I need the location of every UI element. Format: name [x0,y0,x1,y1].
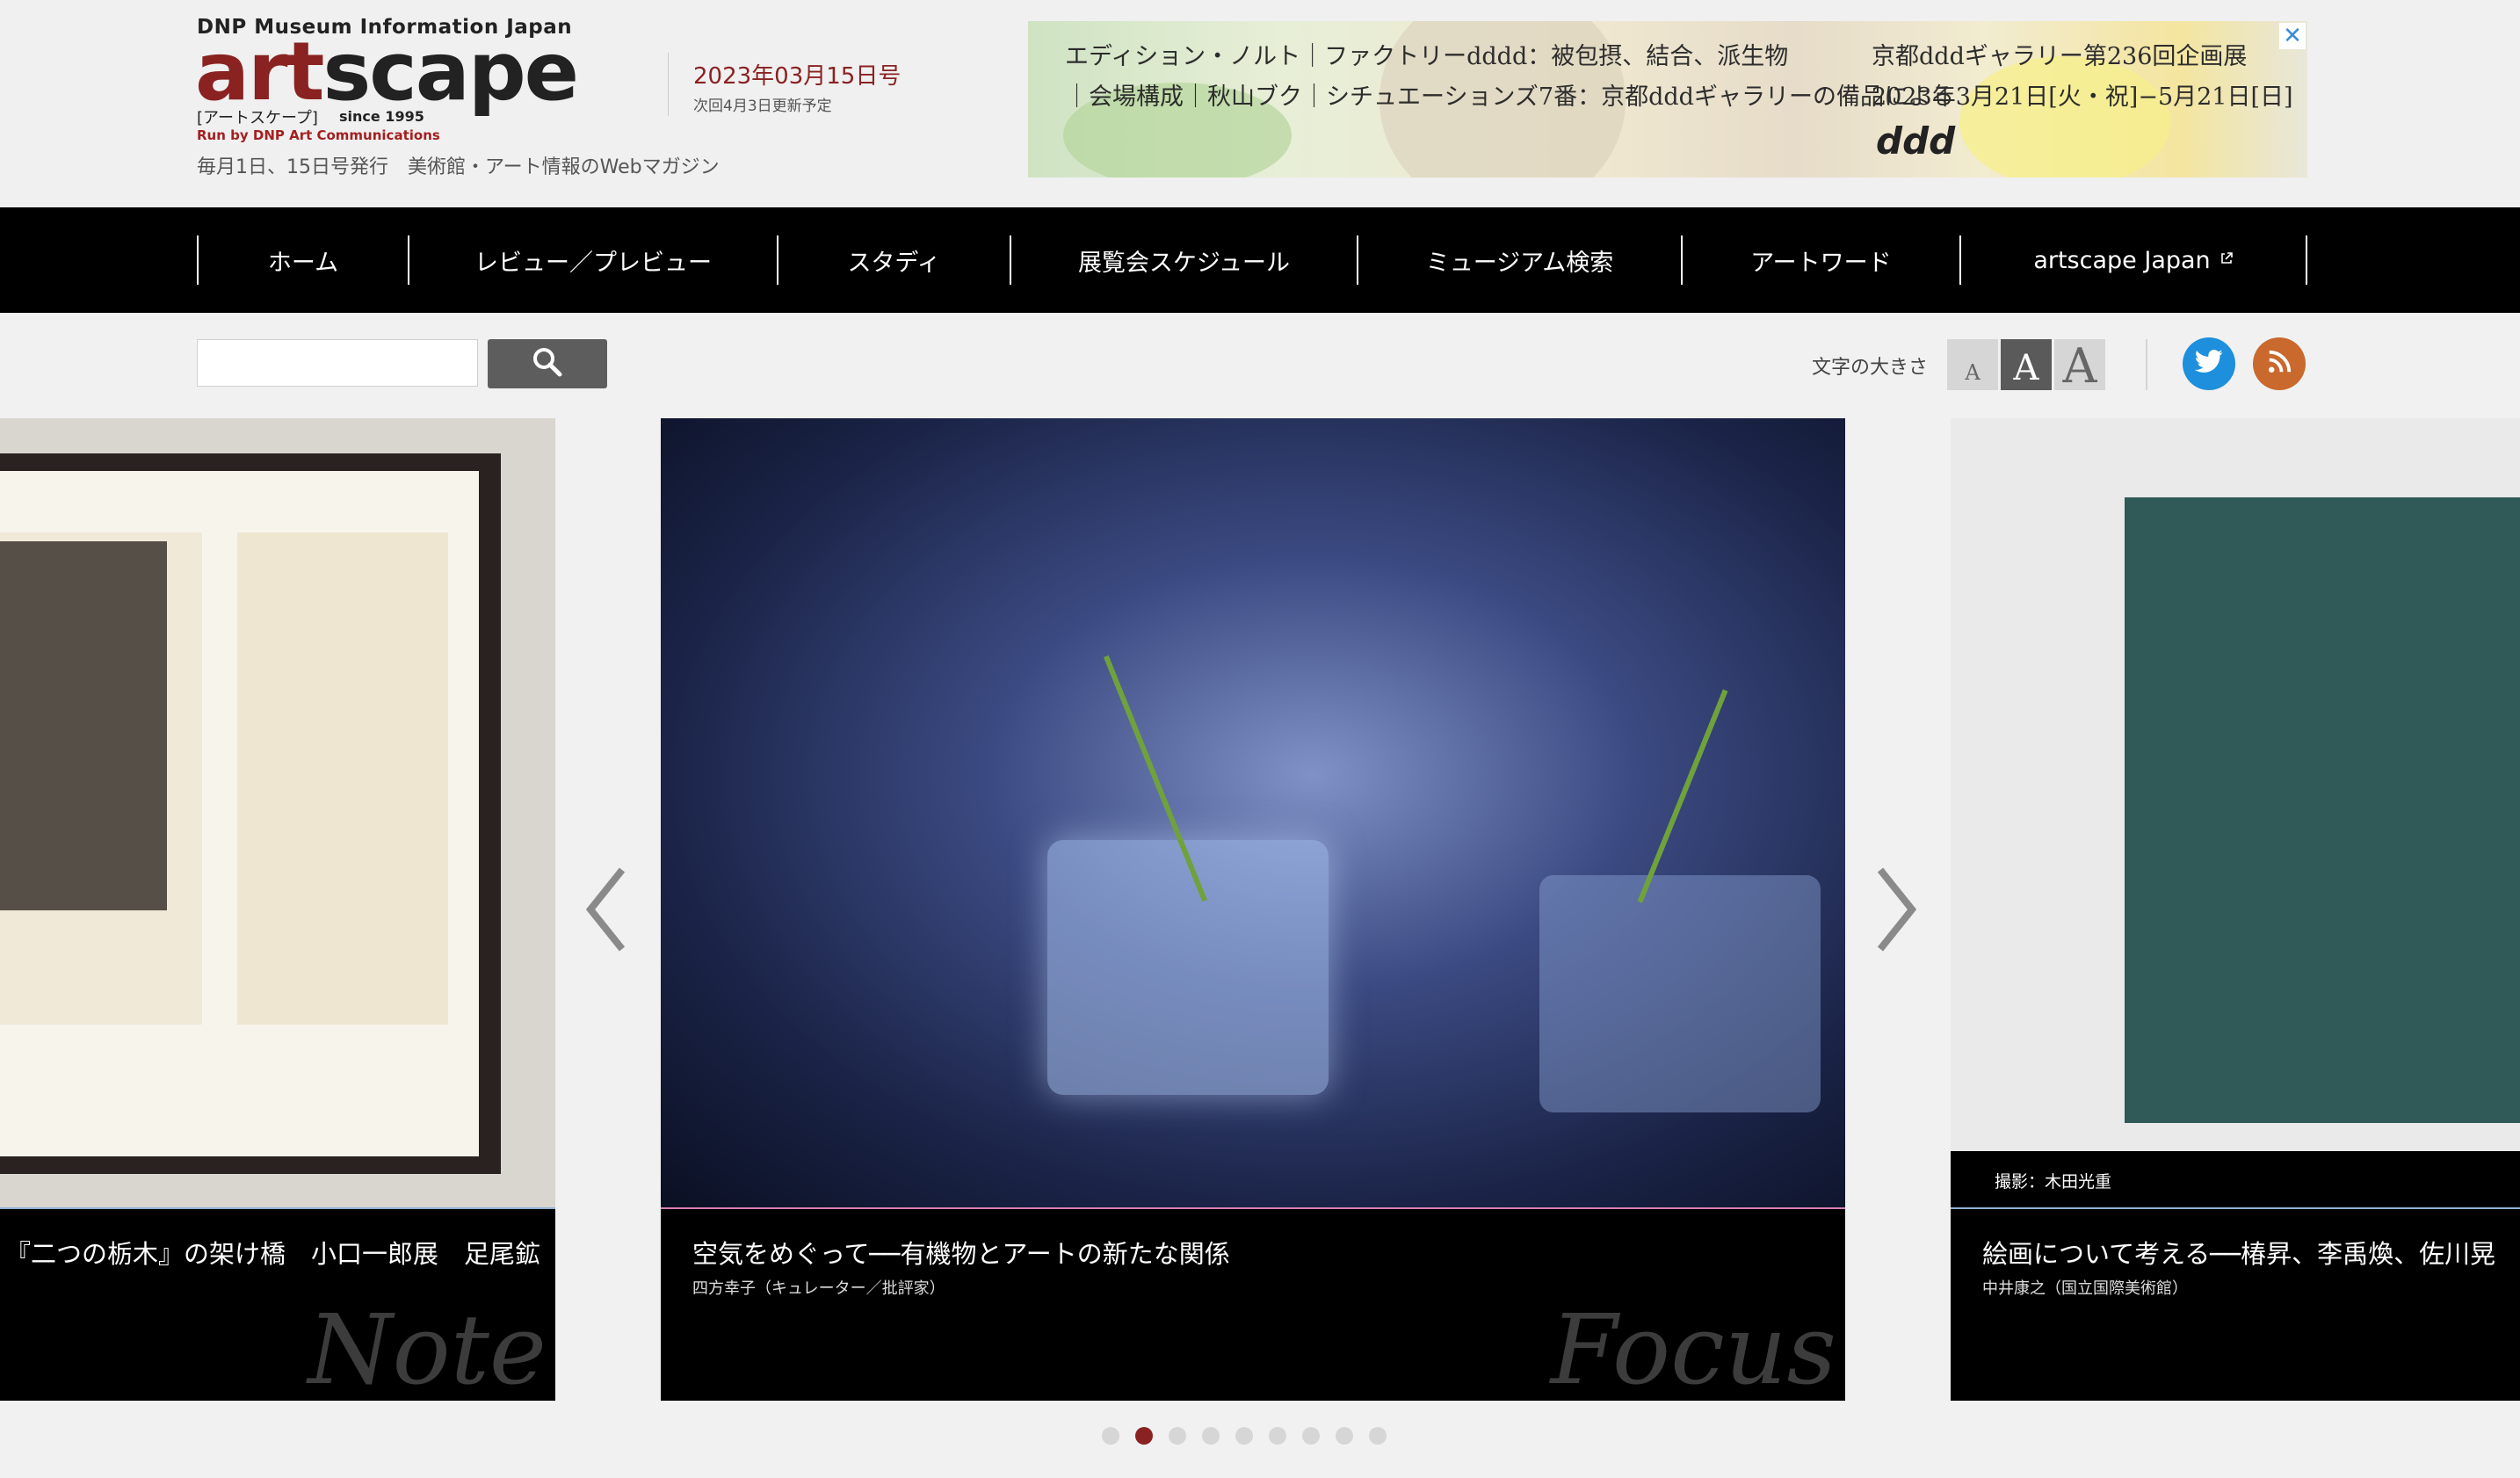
slide-category: Note [308,1293,547,1401]
logo-since: since 1995 [339,108,424,125]
nav-item-review-preview[interactable]: レビュー／プレビュー [408,235,777,285]
slide-image [661,418,1845,1209]
photo-credit: 撮影：木田光重 [1951,1151,2520,1209]
nav-item-museum-search[interactable]: ミュージアム検索 [1357,235,1681,285]
logo-scape-text: scape [322,25,579,119]
toolbar-divider [2146,339,2147,390]
close-icon[interactable]: ✕ [2279,23,2306,49]
ad-decoration [1959,56,2170,178]
carousel-dot[interactable] [1269,1427,1286,1445]
ad-event-dates: 2023年3月21日[火・祝]−5月21日[日] [1872,83,2293,111]
nav-item-artword[interactable]: アートワード [1681,235,1959,285]
next-update-note: 次回4月3日更新予定 [693,98,832,115]
photo-credit-text: 撮影：木田光重 [1995,1172,2112,1192]
carousel-slide-next[interactable]: 撮影：木田光重 絵画について考える──椿昇、李禹煥、佐川晃 中井康之（国立国際美… [1951,418,2520,1401]
ad-logo: ddd [1876,120,1956,163]
text-size-small-button[interactable]: A [1947,339,1998,390]
nav-item-label: artscape Japan [2033,246,2211,274]
nav-item-label: 展覧会スケジュール [1077,249,1291,277]
search-button[interactable] [488,339,607,388]
twitter-button[interactable] [2183,337,2235,390]
carousel-dot[interactable] [1336,1427,1353,1445]
carousel-dot[interactable] [1302,1427,1320,1445]
nav-item-home[interactable]: ホーム [197,235,408,285]
nav-item-label: ミュージアム検索 [1425,249,1614,277]
brand-run-by: Run by DNP Art Communications [197,127,440,143]
slide-title[interactable]: 『二つの栃木』の架け橋 小口一郎展 足尾鉱 [5,1234,540,1271]
rss-button[interactable] [2253,337,2306,390]
nav-item-label: ホーム [267,249,339,277]
slide-author: 四方幸子（キュレーター／批評家） [692,1279,945,1298]
carousel-dot[interactable] [1169,1427,1186,1445]
header-divider [668,53,669,116]
search-icon [531,345,564,382]
carousel-dot[interactable] [1369,1427,1387,1445]
slide-image [1951,418,2520,1209]
ad-banner[interactable]: エディション・ノルト｜ファクトリーdddd：被包摂、結合、派生物 ｜会場構成｜秋… [1028,21,2307,178]
carousel-dots [1102,1427,1387,1446]
text-size-label: 文字の大きさ [1812,357,1929,379]
slide-title[interactable]: 絵画について考える──椿昇、李禹煥、佐川晃 [1982,1234,2495,1271]
slide-title[interactable]: 空気をめぐって──有機物とアートの新たな関係 [692,1234,1230,1271]
slide-category: Focus [1550,1293,1836,1401]
external-link-icon [2219,251,2234,269]
twitter-icon [2194,349,2224,379]
carousel-dot[interactable] [1135,1427,1153,1445]
carousel-dot[interactable] [1102,1427,1119,1445]
nav-item-artscape-japan[interactable]: artscape Japan [1959,235,2307,285]
ad-text-line2: ｜会場構成｜秋山ブク｜シチュエーションズ7番：京都dddギャラリーの備品による [1065,83,1955,111]
issue-date: 2023年03月15日号 [693,63,902,90]
chevron-left-icon[interactable] [580,861,633,958]
site-tagline: 毎月1日、15日号発行 美術館・アート情報のWebマガジン [197,156,720,178]
nav-item-label: スタディ [847,249,941,277]
carousel-dot[interactable] [1235,1427,1253,1445]
site-logo[interactable]: artscape [195,32,579,112]
nav-item-study[interactable]: スタディ [777,235,1010,285]
ad-event-title: 京都dddギャラリー第236回企画展 [1872,43,2248,70]
nav-item-label: レビュー／プレビュー [474,249,712,277]
logo-reading: [アートスケープ] [197,109,318,127]
nav-item-exhibition-schedule[interactable]: 展覧会スケジュール [1010,235,1357,285]
rss-icon [2266,349,2292,379]
carousel-slide-prev[interactable]: 『二つの栃木』の架け橋 小口一郎展 足尾鉱 Note [0,418,555,1401]
ad-text-line1: エディション・ノルト｜ファクトリーdddd：被包摂、結合、派生物 [1065,43,1789,70]
logo-art-text: art [195,25,324,119]
search-input[interactable] [197,339,478,387]
carousel-dot[interactable] [1202,1427,1220,1445]
text-size-medium-button[interactable]: A [2001,339,2052,390]
slide-author: 中井康之（国立国際美術館） [1982,1279,2188,1298]
slide-image [0,418,555,1209]
global-nav: ホーム レビュー／プレビュー スタディ 展覧会スケジュール ミュージアム検索 ア… [0,207,2520,313]
carousel-slide-current[interactable]: 空気をめぐって──有機物とアートの新たな関係 四方幸子（キュレーター／批評家） … [661,418,1845,1401]
nav-item-label: アートワード [1750,249,1892,277]
chevron-right-icon[interactable] [1870,861,1923,958]
text-size-large-button[interactable]: A [2054,339,2105,390]
